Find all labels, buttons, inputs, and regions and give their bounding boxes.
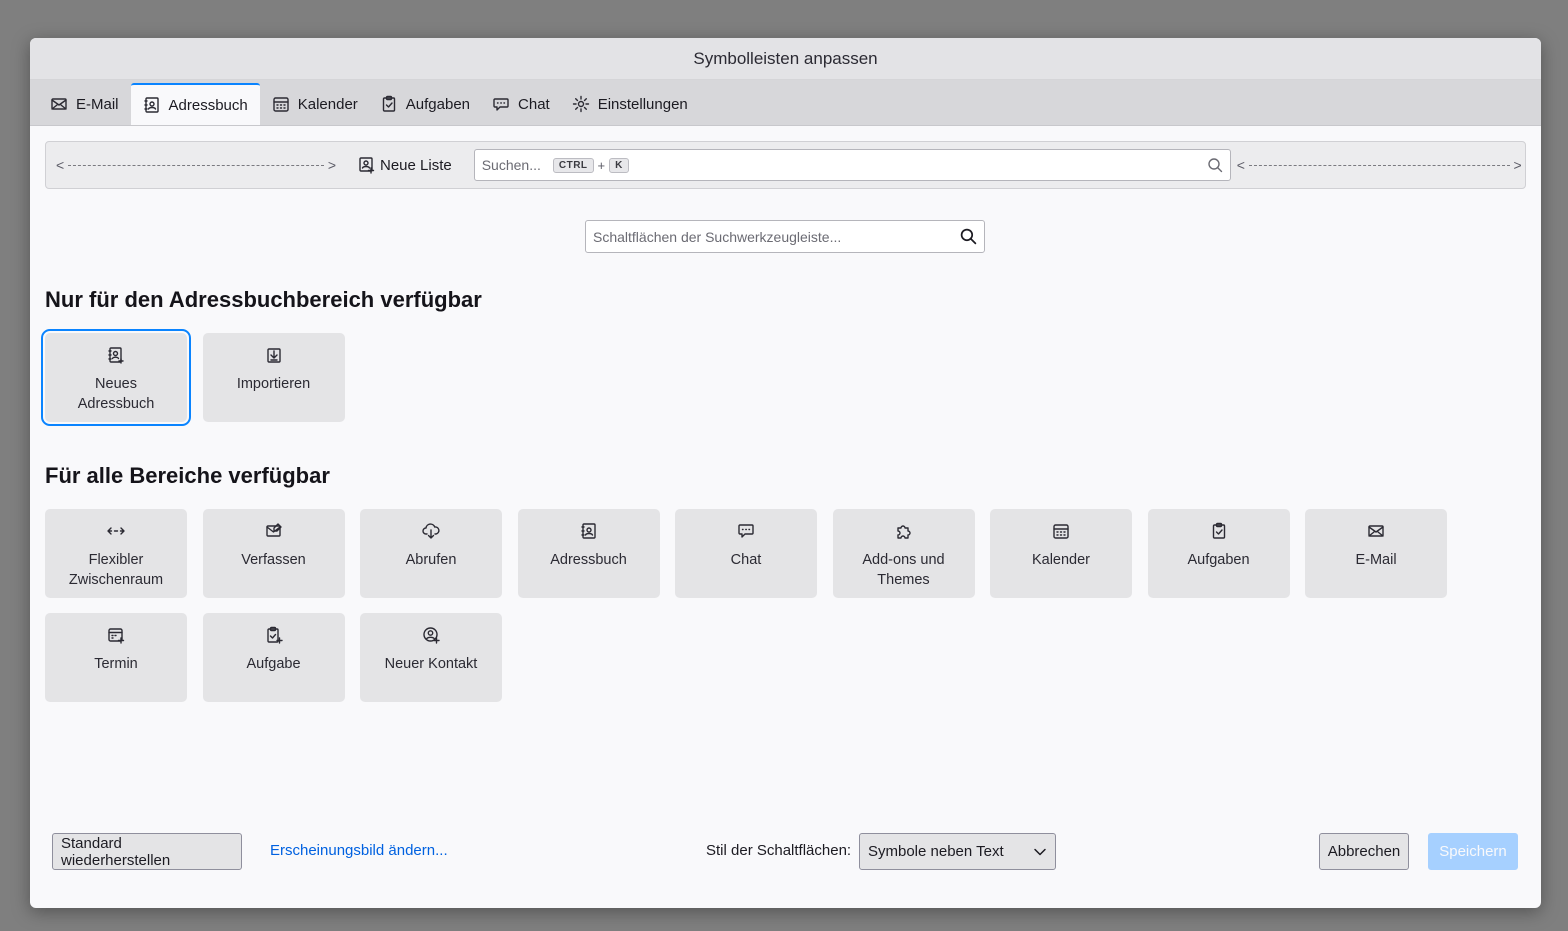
puzzle-icon	[896, 525, 911, 539]
save-button[interactable]: Speichern	[1428, 833, 1518, 870]
addressbook-icon	[580, 523, 596, 539]
tab-bar: E-Mail Adressbuch Kalender Aufgaben Chat…	[30, 80, 1541, 126]
new-addressbook-icon	[108, 347, 124, 364]
restore-defaults-button[interactable]: Standard wiederherstellen	[52, 833, 242, 870]
section-heading-all: Für alle Bereiche verfügbar	[45, 463, 330, 488]
addressbook-button[interactable]: Adressbuch	[517, 509, 660, 598]
addressbook-icon	[143, 97, 159, 113]
cancel-button[interactable]: Abbrechen	[1319, 833, 1409, 870]
flexible-space-button[interactable]: Flexibler Zwischenraum	[45, 509, 187, 598]
new-event-button[interactable]: Termin	[45, 613, 187, 702]
new-addressbook-button[interactable]: Neues Adressbuch	[41, 329, 191, 426]
tab-chat[interactable]: Chat	[482, 83, 560, 125]
tab-label: E-Mail	[76, 95, 119, 113]
compose-button[interactable]: Verfassen	[202, 509, 345, 598]
shortcut-plus: +	[597, 157, 606, 173]
tab-label: Einstellungen	[597, 95, 688, 113]
tab-label: Aufgaben	[405, 95, 471, 113]
button-style-select[interactable]: Symbole neben Text	[859, 833, 1056, 870]
tab-settings[interactable]: Einstellungen	[562, 83, 698, 125]
calendar-icon	[1053, 524, 1069, 539]
button-label: Neuer Kontakt	[384, 656, 478, 672]
button-label: Adressbuch	[550, 552, 627, 568]
section-heading-addressbook: Nur für den Adressbuchbereich verfügbar	[45, 287, 482, 312]
shortcut-key-k: K	[609, 157, 629, 173]
button-style-value: Symbole neben Text	[868, 843, 1004, 860]
button-label: Aufgaben	[1187, 552, 1250, 568]
search-icon	[960, 228, 977, 245]
dialog-title: Symbolleisten anpassen	[30, 38, 1541, 80]
customize-dialog: Symbolleisten anpassen E-Mail Adressbuch…	[30, 38, 1541, 908]
gear-icon	[572, 95, 589, 113]
change-appearance-link[interactable]: Erscheinungsbild ändern...	[270, 842, 448, 859]
button-label: Neues Adressbuch	[77, 376, 155, 412]
all-areas-buttons: Flexibler Zwischenraum Verfassen Abrufen…	[45, 509, 1447, 702]
get-messages-button[interactable]: Abrufen	[360, 509, 502, 598]
new-task-icon	[266, 626, 283, 644]
tasks-icon	[1212, 522, 1225, 539]
new-event-icon	[108, 628, 125, 644]
calendar-icon	[273, 97, 289, 112]
new-contact-icon	[423, 627, 440, 644]
new-task-button[interactable]: Aufgabe	[202, 613, 345, 702]
new-list-button[interactable]: Neue Liste	[358, 156, 452, 174]
tab-tasks[interactable]: Aufgaben	[370, 83, 480, 125]
addressbook-toolbar[interactable]: < > Neue Liste Suchen... CTRL + K < >	[45, 141, 1526, 189]
button-style-label: Stil der Schaltflächen:	[706, 842, 852, 859]
chat-icon	[493, 98, 509, 111]
tab-label: Chat	[518, 95, 550, 113]
palette-search-placeholder: Schaltflächen der Suchwerkzeugleiste...	[593, 228, 842, 245]
button-label: Abrufen	[405, 552, 457, 568]
addressbook-search-input[interactable]: Suchen... CTRL + K	[473, 149, 1231, 181]
new-contact-button[interactable]: Neuer Kontakt	[360, 613, 502, 702]
button-label: Chat	[730, 552, 762, 568]
search-icon	[1208, 158, 1222, 173]
chevron-right-icon: >	[1513, 157, 1522, 173]
new-list-icon	[359, 157, 375, 174]
chevron-left-icon: <	[56, 157, 65, 173]
chevron-down-icon	[1034, 848, 1046, 855]
palette-search-input[interactable]: Schaltflächen der Suchwerkzeugleiste...	[585, 220, 985, 253]
import-icon	[266, 348, 281, 363]
calendar-button[interactable]: Kalender	[990, 509, 1132, 598]
mail-icon	[1368, 525, 1384, 537]
chat-icon	[738, 524, 754, 538]
search-placeholder: Suchen...	[481, 157, 541, 173]
tab-label: Kalender	[297, 95, 358, 113]
button-label: Flexibler Zwischenraum	[68, 552, 164, 588]
tab-email[interactable]: E-Mail	[40, 83, 129, 125]
button-label: Kalender	[1031, 552, 1091, 568]
tab-addressbook[interactable]: Adressbuch	[130, 83, 260, 125]
tab-calendar[interactable]: Kalender	[262, 83, 368, 125]
dialog-footer: Standard wiederherstellen Erscheinungsbi…	[30, 833, 1541, 870]
flexible-space-icon	[107, 527, 125, 535]
email-button[interactable]: E-Mail	[1305, 509, 1447, 598]
tasks-button[interactable]: Aufgaben	[1147, 509, 1290, 598]
button-label: Aufgabe	[246, 656, 301, 672]
button-label: Add-ons und Themes	[862, 552, 945, 588]
button-label: Termin	[94, 656, 138, 672]
chevron-left-icon: <	[1236, 157, 1245, 173]
chevron-right-icon: >	[327, 157, 336, 173]
mail-icon	[51, 98, 67, 110]
tab-label: Adressbuch	[168, 96, 248, 114]
get-messages-icon	[422, 523, 440, 539]
button-label: Importieren	[236, 376, 311, 392]
compose-icon	[265, 523, 282, 537]
flexible-space-left[interactable]: < >	[56, 157, 336, 173]
import-button[interactable]: Importieren	[202, 333, 345, 422]
shortcut-key-ctrl: CTRL	[552, 157, 594, 173]
tasks-icon	[382, 95, 395, 112]
new-list-label: Neue Liste	[380, 156, 452, 174]
flexible-space-right[interactable]: < >	[1237, 157, 1522, 173]
addressbook-only-buttons: Neues Adressbuch Importieren	[41, 329, 1447, 426]
button-label: E-Mail	[1355, 552, 1397, 568]
addons-button[interactable]: Add-ons und Themes	[832, 509, 975, 598]
button-label: Verfassen	[241, 552, 306, 568]
chat-button[interactable]: Chat	[675, 509, 817, 598]
